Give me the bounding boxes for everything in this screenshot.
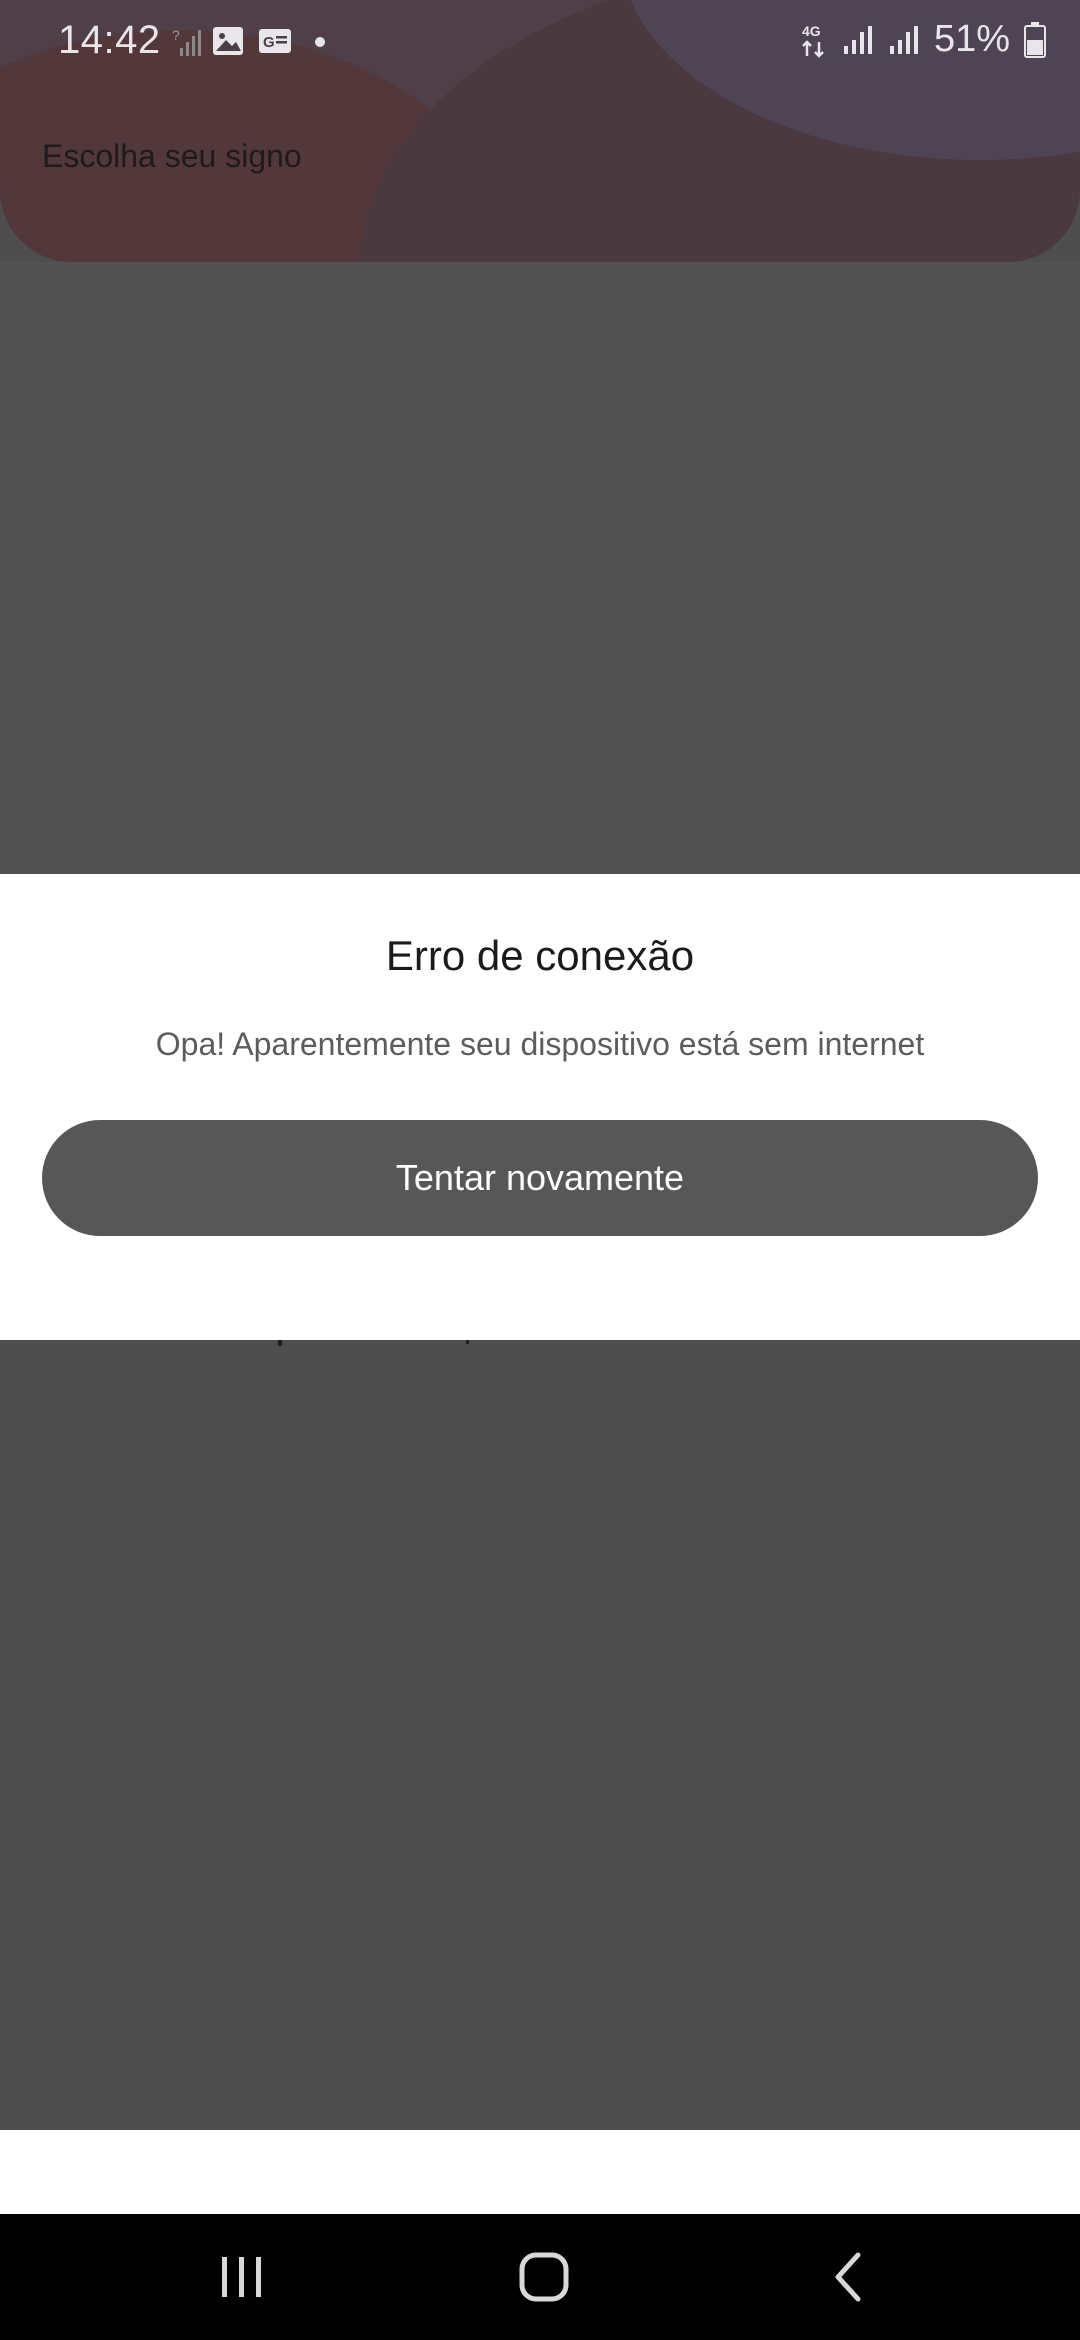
page-title: Escolha seu signo bbox=[42, 138, 302, 174]
dialog-title: Erro de conexão bbox=[385, 932, 695, 979]
network-4g-icon: 4G bbox=[802, 23, 824, 58]
signal-icon bbox=[843, 25, 872, 54]
no-signal-icon: ? bbox=[172, 27, 201, 56]
home-button[interactable] bbox=[464, 2214, 624, 2340]
bottom-strip bbox=[0, 2130, 1080, 2214]
error-dialog: Erro de conexão Opa! Aparentemente seu d… bbox=[0, 874, 1080, 1340]
status-right: 4G 51% bbox=[800, 18, 1046, 61]
notification-dot-icon bbox=[315, 37, 325, 47]
content-fragment bbox=[278, 1340, 469, 1346]
svg-text:?: ? bbox=[172, 27, 180, 43]
back-button[interactable] bbox=[768, 2214, 928, 2340]
status-time: 14:42 bbox=[58, 18, 161, 62]
gallery-icon bbox=[213, 27, 243, 55]
signal-icon bbox=[889, 25, 918, 54]
recents-icon bbox=[222, 2257, 261, 2297]
navigation-bar bbox=[0, 2214, 1080, 2340]
content-area-lower bbox=[0, 1340, 1080, 2130]
content-area bbox=[0, 262, 1080, 874]
retry-button[interactable]: Tentar novamente bbox=[42, 1120, 1038, 1236]
news-icon: G bbox=[259, 29, 291, 53]
svg-text:G: G bbox=[263, 34, 275, 51]
back-icon bbox=[835, 2252, 861, 2302]
recents-button[interactable] bbox=[162, 2214, 322, 2340]
status-bar: 14:42 ? G 4G 51% bbox=[0, 0, 1080, 84]
battery-icon bbox=[1024, 21, 1046, 58]
home-icon bbox=[519, 2252, 569, 2302]
battery-percent: 51% bbox=[933, 18, 1010, 60]
dialog-message: Opa! Aparentemente seu dispositivo está … bbox=[155, 1026, 925, 1062]
svg-text:4G: 4G bbox=[802, 23, 821, 39]
